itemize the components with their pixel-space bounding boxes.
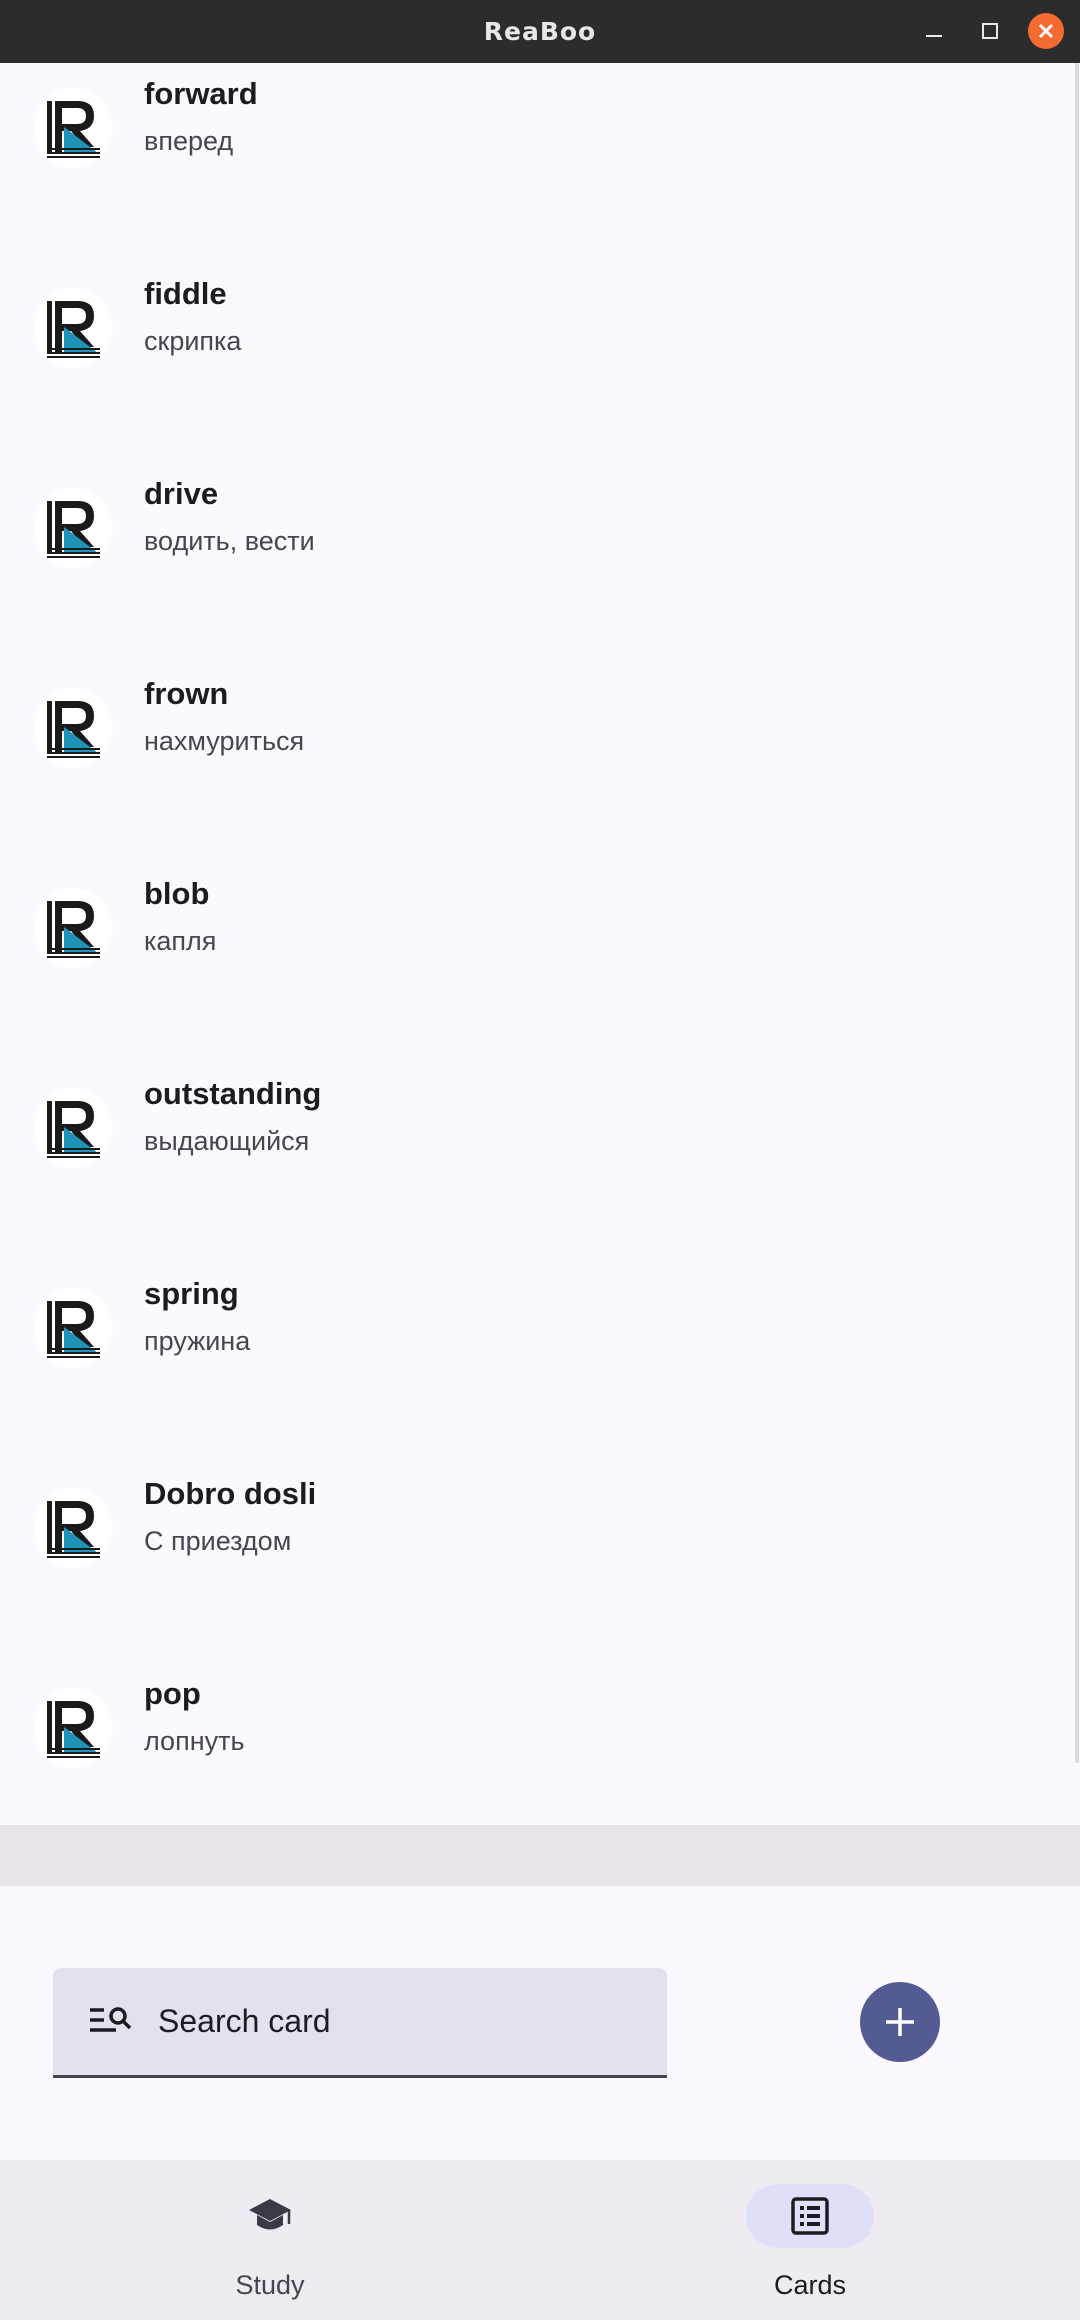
card-list-item[interactable]: forward вперед: [0, 63, 1076, 258]
bottom-controls: Search card: [0, 1886, 1080, 2160]
card-word: Dobro dosli: [144, 1476, 317, 1511]
search-list-icon: [90, 2007, 132, 2032]
card-translation: лопнуть: [144, 1726, 245, 1756]
reaboo-logo-icon: [33, 1288, 113, 1368]
card-word: pop: [144, 1676, 201, 1711]
search-field[interactable]: Search card: [53, 1968, 667, 2078]
reaboo-logo-icon: [33, 1488, 113, 1568]
card-word: spring: [144, 1276, 239, 1311]
nav-cards-label: Cards: [773, 2270, 847, 2300]
card-translation: вперед: [144, 126, 234, 156]
app-window: ReaBoo forward вперед fiddle скрипка drive во…: [0, 0, 1080, 2320]
list-icon: [791, 2197, 829, 2235]
card-translation: водить, вести: [144, 526, 315, 556]
nav-cards[interactable]: Cards: [660, 2160, 960, 2320]
card-word: outstanding: [144, 1076, 322, 1111]
minimize-button[interactable]: [915, 12, 953, 50]
reaboo-logo-icon: [33, 1088, 113, 1168]
reaboo-logo-icon: [33, 488, 113, 568]
close-icon: [1038, 23, 1054, 39]
reaboo-logo-icon: [33, 1688, 113, 1768]
nav-cards-indicator: [746, 2184, 874, 2248]
reaboo-logo-icon: [33, 88, 113, 168]
card-translation: скрипка: [144, 326, 242, 356]
nav-study-label: Study: [235, 2270, 305, 2300]
list-scrollbar[interactable]: [1075, 63, 1079, 1763]
card-translation: пружина: [144, 1326, 251, 1356]
nav-study-indicator: [206, 2184, 334, 2248]
card-list-item[interactable]: Dobro dosli С приездом: [0, 1458, 1076, 1658]
card-list-item[interactable]: fiddle скрипка: [0, 258, 1076, 458]
card-list-item[interactable]: drive водить, вести: [0, 458, 1076, 658]
reaboo-logo-icon: [33, 288, 113, 368]
card-list-item[interactable]: spring пружина: [0, 1258, 1076, 1458]
card-word: blob: [144, 876, 210, 911]
card-list-item[interactable]: outstanding выдающийся: [0, 1058, 1076, 1258]
card-list-item[interactable]: blob капля: [0, 858, 1076, 1058]
bottom-navigation: Study Cards: [0, 2160, 1080, 2320]
title-bar[interactable]: ReaBoo: [0, 0, 1080, 63]
card-translation: нахмуриться: [144, 726, 305, 756]
add-card-button[interactable]: [860, 1982, 940, 2062]
nav-study[interactable]: Study: [120, 2160, 420, 2320]
maximize-icon: [982, 23, 998, 39]
card-translation: капля: [144, 926, 217, 956]
plus-icon: [886, 2008, 914, 2036]
reaboo-logo-icon: [33, 688, 113, 768]
card-list-item[interactable]: frown нахмуриться: [0, 658, 1076, 858]
minimize-icon: [926, 35, 942, 37]
card-list[interactable]: forward вперед fiddle скрипка drive водить, в…: [0, 63, 1080, 1825]
reaboo-logo-icon: [33, 888, 113, 968]
card-list-item[interactable]: pop лопнуть: [0, 1658, 1076, 1825]
card-word: drive: [144, 476, 219, 511]
divider-band: [0, 1825, 1080, 1886]
card-word: forward: [144, 76, 258, 111]
card-word: frown: [144, 676, 229, 711]
card-word: fiddle: [144, 276, 227, 311]
card-translation: выдающийся: [144, 1126, 310, 1156]
search-input[interactable]: Search card: [158, 1968, 331, 2075]
card-translation: С приездом: [144, 1526, 292, 1556]
maximize-button[interactable]: [971, 12, 1009, 50]
close-button-bg: [1028, 13, 1064, 49]
close-button[interactable]: [1027, 12, 1065, 50]
graduation-cap-icon: [249, 2199, 291, 2230]
